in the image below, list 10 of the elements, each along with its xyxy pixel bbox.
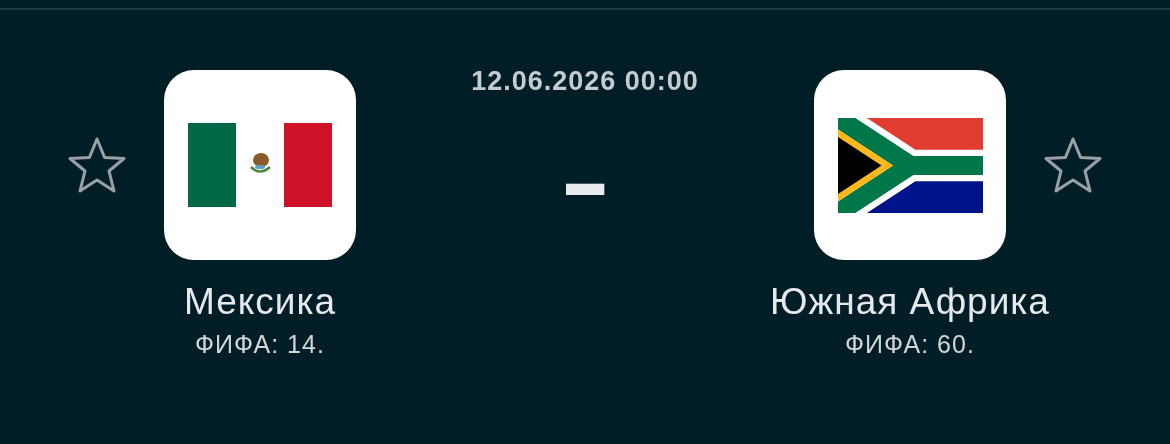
fifa-ranking: ФИФА: 14. bbox=[195, 329, 325, 359]
team-name: Южная Африка bbox=[770, 280, 1050, 324]
favorite-star-button[interactable] bbox=[1043, 136, 1103, 194]
match-datetime: 12.06.2026 00:00 bbox=[471, 65, 699, 97]
fifa-ranking: ФИФА: 60. bbox=[845, 329, 975, 359]
favorite-star-button[interactable] bbox=[67, 136, 127, 194]
flag-icon bbox=[837, 117, 983, 213]
match-score: - bbox=[559, 145, 611, 225]
flag-icon bbox=[188, 123, 332, 207]
team-name: Мексика bbox=[183, 280, 337, 324]
